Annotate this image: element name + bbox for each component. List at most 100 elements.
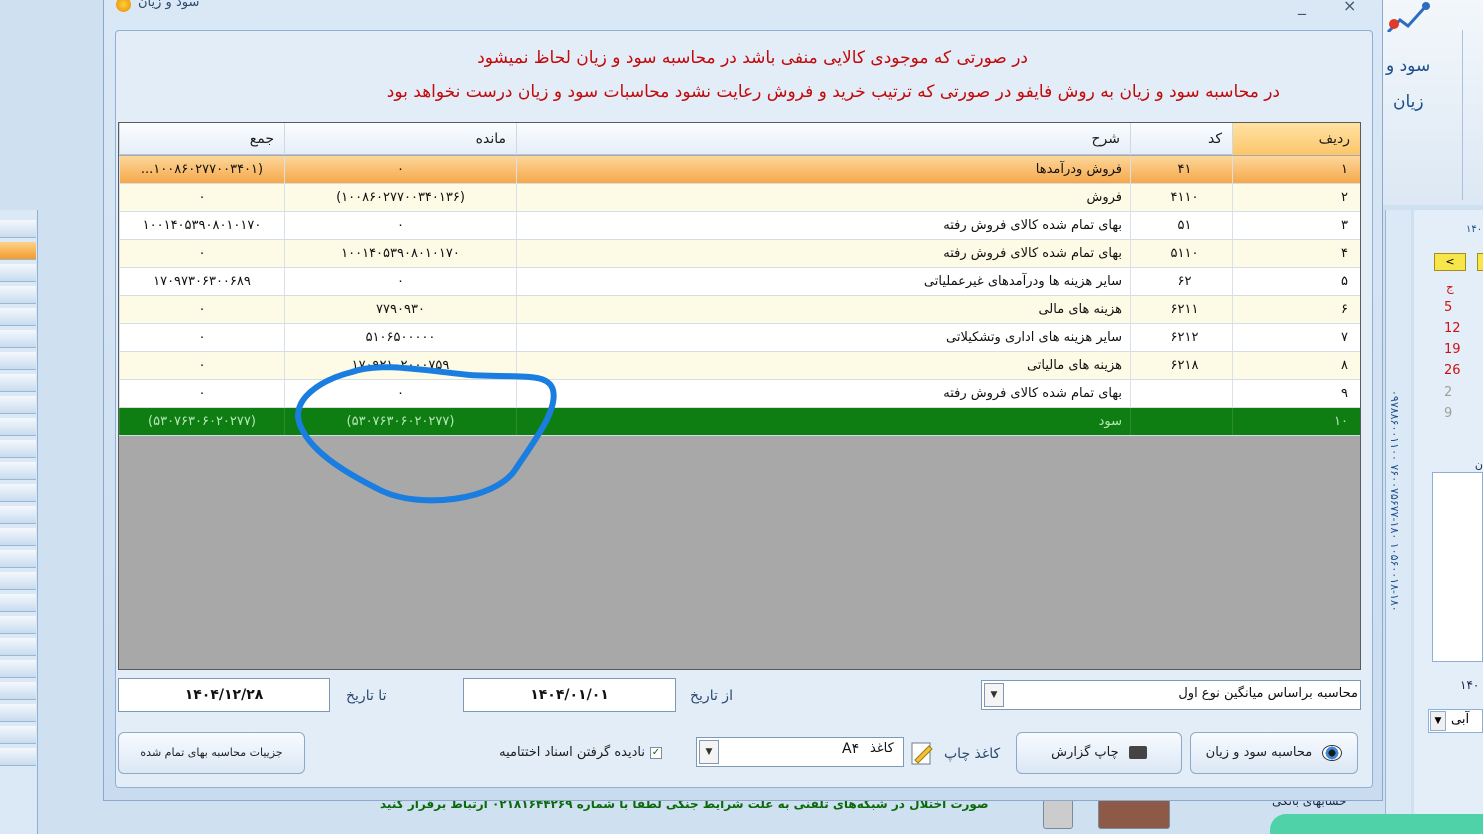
to-date-field[interactable]: ۱۴۰۴/۱۲/۲۸ — [118, 678, 330, 712]
cell-total[interactable]: ۰ — [119, 184, 284, 211]
cell-balance[interactable]: (۵۳۰۷۶۳۰۶۰۲۰۲۷۷) — [284, 408, 516, 435]
table-row[interactable]: ۴ ۵۱۱۰ بهای تمام شده کالای فروش رفته ۱۰۰۱۴۰… — [119, 240, 1360, 268]
list-item[interactable] — [0, 594, 36, 612]
notification-tab[interactable] — [1270, 814, 1483, 834]
cell-balance[interactable]: ۱۷۰۹۲۱۰۲۰۰۰۷۵۹ — [284, 352, 516, 379]
calendar-day[interactable]: 19 — [1444, 342, 1461, 357]
cell-balance[interactable]: ۰ — [284, 156, 516, 183]
cell-description[interactable]: بهای تمام شده کالای فروش رفته — [516, 380, 1130, 407]
cell-description[interactable]: فروش ودرآمدها — [516, 156, 1130, 183]
cell-total[interactable]: (۵۳۰۷۶۳۰۶۰۲۰۲۷۷) — [119, 408, 284, 435]
cell-total[interactable]: ۱۰۰۱۴۰۵۳۹۰۸۰۱۰۱۷۰ — [119, 212, 284, 239]
list-item[interactable] — [0, 528, 36, 546]
column-header-radif[interactable]: ردیف — [1232, 123, 1360, 155]
cell-balance[interactable]: ۰ — [284, 268, 516, 295]
cell-balance[interactable]: ۵۱۰۶۵۰۰۰۰۰ — [284, 324, 516, 351]
ribbon-label[interactable]: سود و — [1386, 56, 1430, 76]
table-row[interactable]: ۱ ۴۱ فروش ودرآمدها ۰ (۱۰۰۸۶۰۲۷۷۰۰۳۴۰۱... — [119, 156, 1360, 184]
close-button[interactable]: × — [1343, 0, 1356, 15]
table-row[interactable]: ۷ ۶۲۱۲ سایر هزینه های اداری وتشکیلاتی ۵۱۰۶۵… — [119, 324, 1360, 352]
list-item[interactable] — [0, 682, 36, 700]
list-item[interactable] — [0, 660, 36, 678]
cell-description[interactable]: هزینه های مالی — [516, 296, 1130, 323]
calendar-day[interactable]: 9 — [1444, 406, 1452, 421]
cell-total[interactable]: ۰ — [119, 352, 284, 379]
chevron-down-icon[interactable]: ▼ — [984, 683, 1004, 707]
cell-balance[interactable]: ۰ — [284, 212, 516, 239]
calendar-day[interactable]: 5 — [1444, 300, 1452, 315]
list-item[interactable] — [0, 286, 36, 304]
list-item[interactable] — [0, 748, 36, 766]
calendar-day[interactable]: 2 — [1444, 385, 1452, 400]
cell-radif[interactable]: ۱۰ — [1232, 408, 1360, 435]
ignore-closing-checkbox[interactable]: ✓ — [650, 747, 662, 759]
list-item[interactable] — [0, 506, 36, 524]
cell-code[interactable] — [1130, 380, 1232, 407]
list-item[interactable] — [0, 550, 36, 568]
cell-balance[interactable]: ۱۰۰۱۴۰۵۳۹۰۸۰۱۰۱۷۰ — [284, 240, 516, 267]
cell-code[interactable]: ۶۲۱۱ — [1130, 296, 1232, 323]
cell-radif[interactable]: ۱ — [1232, 156, 1360, 183]
cell-total[interactable]: ۰ — [119, 380, 284, 407]
column-header-code[interactable]: کد — [1130, 123, 1232, 155]
cell-radif[interactable]: ۵ — [1232, 268, 1360, 295]
profit-loss-table[interactable]: ردیف کد شرح مانده جمع ۱ ۴۱ فروش ودرآمدها ۰(… — [118, 122, 1361, 670]
chevron-down-icon[interactable]: ▼ — [1430, 711, 1446, 731]
cell-radif[interactable]: ۳ — [1232, 212, 1360, 239]
calendar-day[interactable]: 26 — [1444, 363, 1461, 378]
list-item[interactable] — [0, 484, 36, 502]
list-item[interactable] — [0, 330, 36, 348]
cell-code[interactable]: ۶۲۱۸ — [1130, 352, 1232, 379]
cell-description[interactable]: فروش — [516, 184, 1130, 211]
cell-description[interactable]: سایر هزینه های اداری وتشکیلاتی — [516, 324, 1130, 351]
cell-balance[interactable]: (۱۰۰۸۶۰۲۷۷۰۰۳۴۰۱۳۶) — [284, 184, 516, 211]
table-row[interactable]: ۵ ۶۲ سایر هزینه ها ودرآمدهای غیرعملیاتی ۰ ۱۷… — [119, 268, 1360, 296]
calendar-prev-button[interactable]: < — [1434, 253, 1466, 271]
cell-description[interactable]: بهای تمام شده کالای فروش رفته — [516, 240, 1130, 267]
table-row[interactable]: ۹ بهای تمام شده کالای فروش رفته ۰ ۰ — [119, 380, 1360, 408]
list-item-selected[interactable] — [0, 242, 36, 260]
cell-code[interactable]: ۶۲ — [1130, 268, 1232, 295]
cell-radif[interactable]: ۹ — [1232, 380, 1360, 407]
cell-radif[interactable]: ۸ — [1232, 352, 1360, 379]
cell-code[interactable]: ۶۲۱۲ — [1130, 324, 1232, 351]
table-row[interactable]: ۱۰ سود (۵۳۰۷۶۳۰۶۰۲۰۲۷۷) (۵۳۰۷۶۳۰۶۰۲۰۲۷۷) — [119, 408, 1360, 436]
cell-total[interactable]: ۰ — [119, 240, 284, 267]
cell-code[interactable]: ۵۱ — [1130, 212, 1232, 239]
column-header-total[interactable]: جمع — [119, 123, 284, 155]
cell-total[interactable]: ۱۷۰۹۷۳۰۶۳۰۰۶۸۹ — [119, 268, 284, 295]
list-item[interactable] — [0, 638, 36, 656]
list-item[interactable] — [0, 264, 36, 282]
cell-code[interactable] — [1130, 408, 1232, 435]
cell-total[interactable]: (۱۰۰۸۶۰۲۷۷۰۰۳۴۰۱... — [119, 156, 284, 183]
calendar-day[interactable]: 12 — [1444, 321, 1461, 336]
list-item[interactable] — [0, 572, 36, 590]
table-row[interactable]: ۸ ۶۲۱۸ هزینه های مالیاتی ۱۷۰۹۲۱۰۲۰۰۰۷۵۹ ۰ — [119, 352, 1360, 380]
table-row[interactable]: ۲ ۴۱۱۰ فروش (۱۰۰۸۶۰۲۷۷۰۰۳۴۰۱۳۶) ۰ — [119, 184, 1360, 212]
cell-radif[interactable]: ۴ — [1232, 240, 1360, 267]
cell-total[interactable]: ۰ — [119, 324, 284, 351]
calculate-profit-loss-button[interactable]: محاسبه سود و زیان — [1190, 732, 1358, 774]
minimize-button[interactable]: _ — [1298, 0, 1306, 15]
list-item[interactable] — [0, 704, 36, 722]
column-header-description[interactable]: شرح — [516, 123, 1130, 155]
list-item[interactable] — [0, 616, 36, 634]
cell-code[interactable]: ۴۱۱۰ — [1130, 184, 1232, 211]
remote-icon[interactable] — [1043, 799, 1073, 829]
print-report-button[interactable]: چاپ گزارش — [1016, 732, 1182, 774]
list-item[interactable] — [0, 462, 36, 480]
cell-radif[interactable]: ۲ — [1232, 184, 1360, 211]
list-item[interactable] — [0, 220, 36, 238]
cell-balance[interactable]: ۷۷۹۰۹۳۰ — [284, 296, 516, 323]
from-date-field[interactable]: ۱۴۰۴/۰۱/۰۱ — [463, 678, 676, 712]
cell-code[interactable]: ۴۱ — [1130, 156, 1232, 183]
cell-description[interactable]: هزینه های مالیاتی — [516, 352, 1130, 379]
keyboard-icon[interactable] — [1098, 799, 1170, 829]
cell-description[interactable]: سود — [516, 408, 1130, 435]
column-header-balance[interactable]: مانده — [284, 123, 516, 155]
cell-description[interactable]: سایر هزینه ها ودرآمدهای غیرعملیاتی — [516, 268, 1130, 295]
table-row[interactable]: ۶ ۶۲۱۱ هزینه های مالی ۷۷۹۰۹۳۰ ۰ — [119, 296, 1360, 324]
list-item[interactable] — [0, 726, 36, 744]
chevron-down-icon[interactable]: ▼ — [699, 740, 719, 764]
cost-details-button[interactable]: جزییات محاسبه بهای تمام شده — [118, 732, 305, 774]
